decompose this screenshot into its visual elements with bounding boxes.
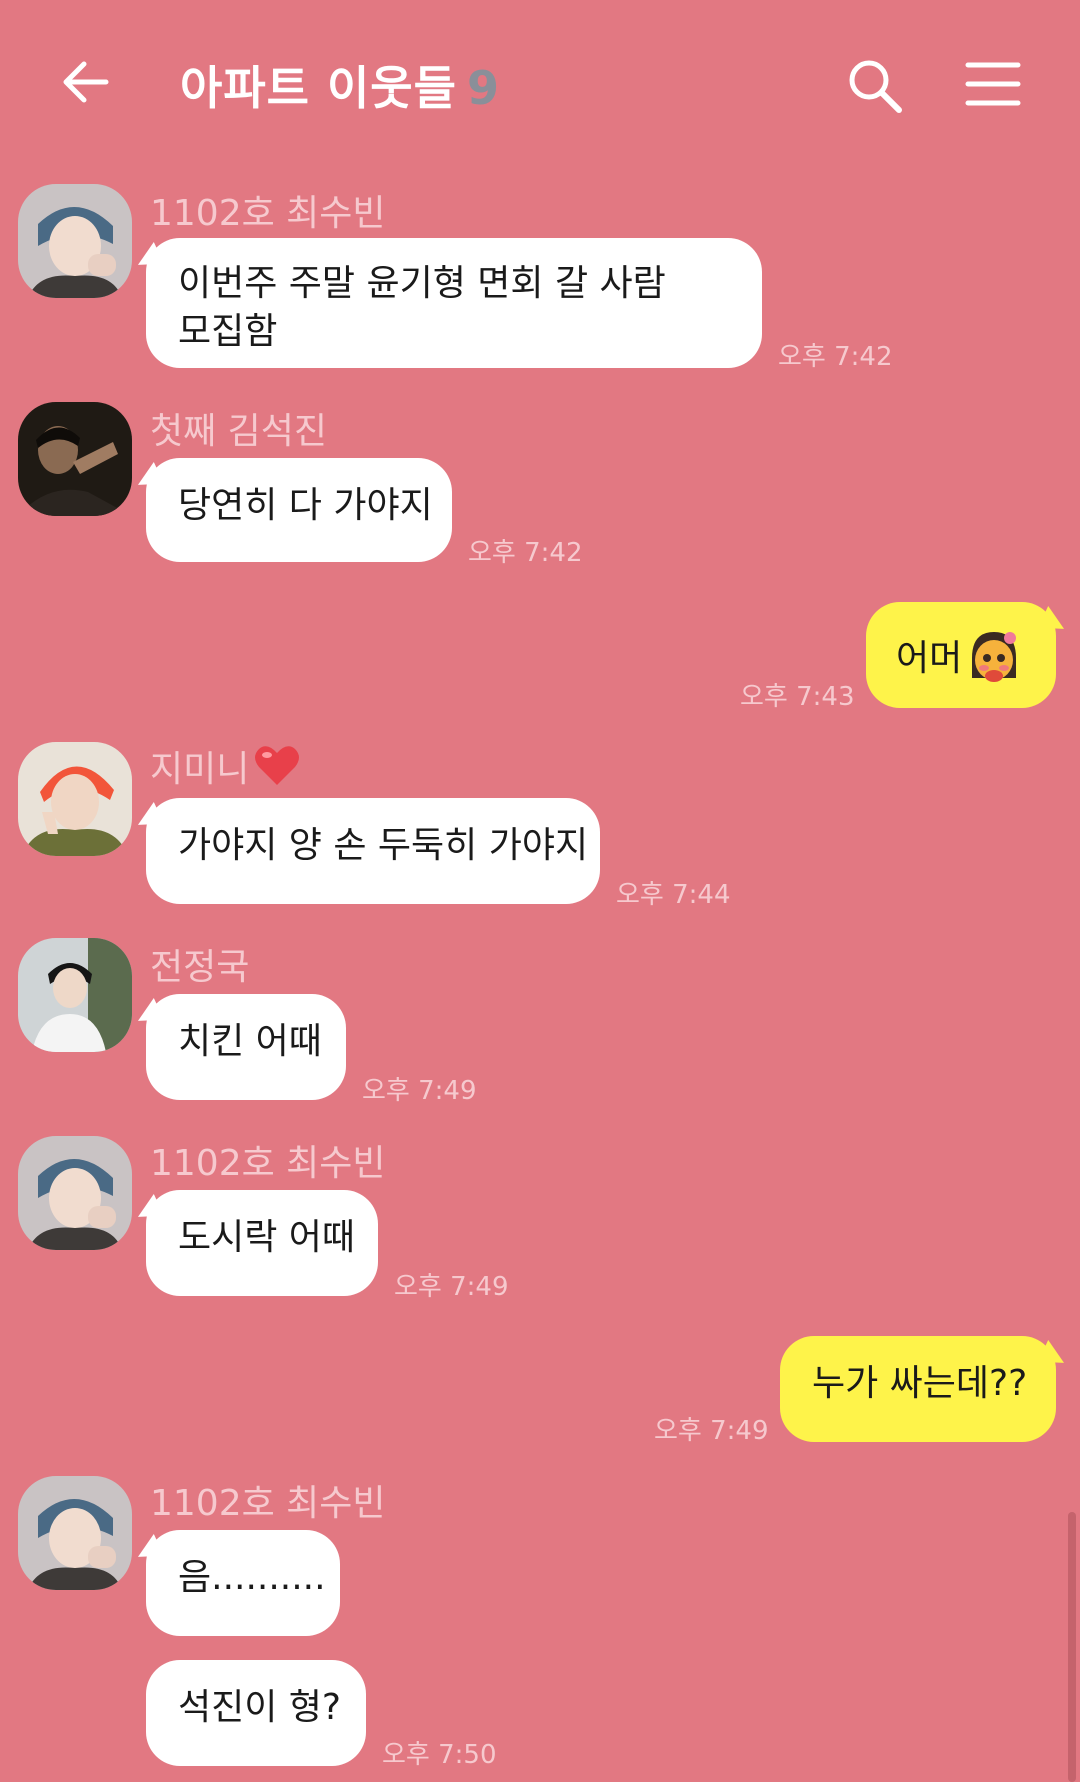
blushing-face-icon [964,628,1024,697]
search-icon[interactable] [845,56,905,116]
message-time: 오후 7:42 [778,342,893,372]
message-text: 음.......... [178,1557,326,1598]
message-bubble[interactable]: 가야지 양 손 두둑히 가야지 [146,798,600,904]
message-text-line: 이번주 주말 윤기형 면회 갈 사람 [178,263,666,304]
message-time: 오후 7:42 [468,538,583,568]
avatar-soobin[interactable] [18,184,132,298]
sender-name-text: 지미니 [150,749,250,790]
message-bubble[interactable]: 치킨 어때 [146,994,346,1100]
back-arrow-icon[interactable] [58,52,118,112]
chat-room-name: 아파트 이웃들 [180,61,457,115]
message-text: 당연히 다 가야지 [178,485,433,526]
message-text-line: 모집함 [178,311,278,352]
avatar-seokjin[interactable] [18,402,132,516]
message-bubble[interactable]: 석진이 형? [146,1660,366,1766]
message-time: 오후 7:44 [616,880,731,910]
message-text: 도시락 어때 [178,1217,356,1258]
message-time: 오후 7:49 [654,1416,769,1446]
message-time: 오후 7:49 [394,1272,509,1302]
my-message-bubble[interactable]: 어머 [866,602,1056,708]
scrollbar[interactable] [1068,1512,1076,1782]
chat-header: 아파트 이웃들 9 [0,0,1080,160]
sender-name: 지미니 [150,740,301,796]
message-text: 어머 [896,638,963,679]
my-message-bubble[interactable]: 누가 싸는데?? [780,1336,1056,1442]
avatar-soobin[interactable] [18,1476,132,1590]
message-text: 석진이 형? [178,1687,342,1728]
avatar-jimin[interactable] [18,742,132,856]
avatar-soobin[interactable] [18,1136,132,1250]
sender-name: 1102호 최수빈 [150,1143,386,1184]
menu-icon[interactable] [965,60,1021,108]
sender-name: 첫째 김석진 [150,411,328,452]
message-bubble[interactable]: 당연히 다 가야지 [146,458,452,562]
message-text: 치킨 어때 [178,1021,322,1062]
chat-title: 아파트 이웃들 9 [180,52,500,118]
sender-name: 1102호 최수빈 [150,1483,386,1524]
message-bubble[interactable]: 음.......... [146,1530,340,1636]
sender-name: 1102호 최수빈 [150,193,386,234]
sender-name: 전정국 [150,947,250,988]
message-bubble[interactable]: 이번주 주말 윤기형 면회 갈 사람 모집함 [146,238,762,368]
message-bubble[interactable]: 도시락 어때 [146,1190,378,1296]
heart-icon [253,743,301,796]
avatar-jungkook[interactable] [18,938,132,1052]
message-time: 오후 7:43 [740,682,855,712]
message-time: 오후 7:50 [382,1740,497,1770]
message-time: 오후 7:49 [362,1076,477,1106]
member-count: 9 [466,61,500,115]
message-text: 누가 싸는데?? [812,1363,1028,1404]
message-text: 가야지 양 손 두둑히 가야지 [178,825,589,866]
